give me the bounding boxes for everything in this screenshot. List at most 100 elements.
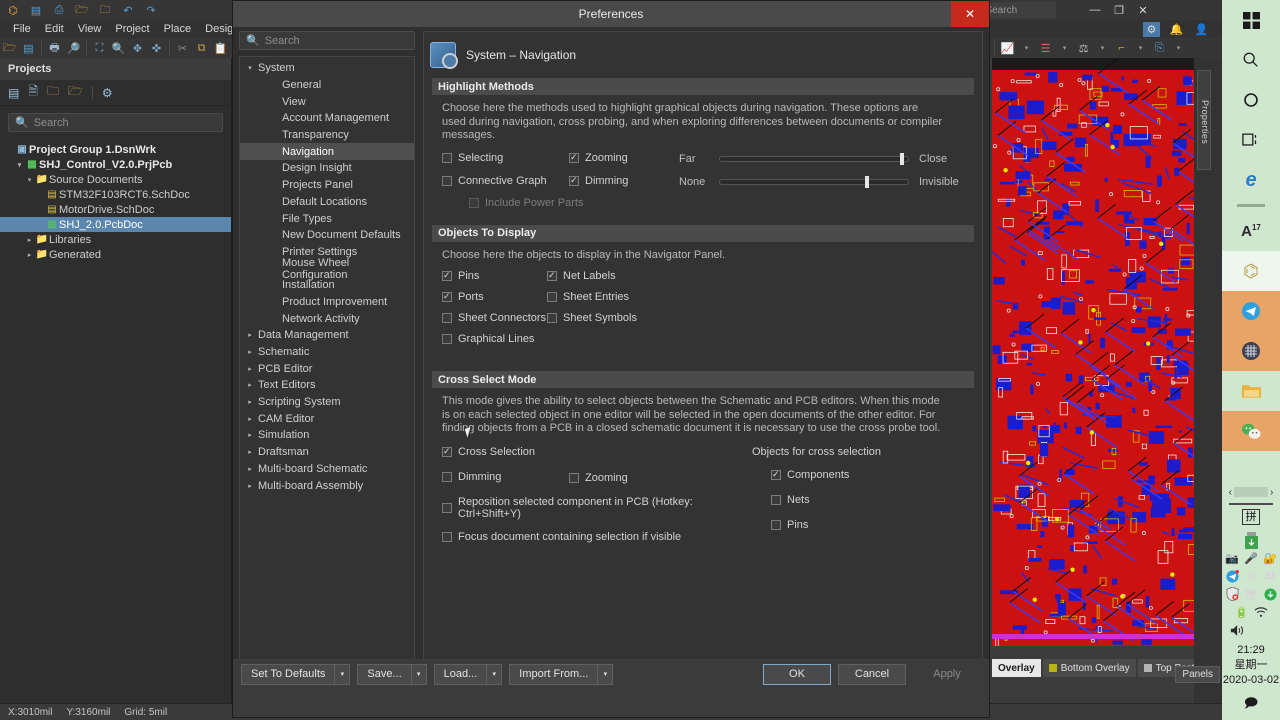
preferences-tree-item[interactable]: ▾ System bbox=[240, 60, 414, 77]
preferences-tree-item[interactable]: ▸ PCB Editor bbox=[240, 360, 414, 377]
preferences-tree-item[interactable]: General bbox=[240, 77, 414, 94]
save-button[interactable]: Save... ▾ bbox=[357, 663, 427, 685]
checkbox-cross-zooming[interactable]: Zooming bbox=[569, 471, 628, 485]
cut-icon[interactable]: ✂ bbox=[173, 39, 192, 57]
chevron-down-icon[interactable]: ▾ bbox=[597, 664, 612, 684]
tree-twisty-icon[interactable]: ▸ bbox=[244, 482, 256, 490]
layers-icon[interactable]: ☰ bbox=[1036, 39, 1055, 57]
zoom-filter-icon[interactable]: ✜ bbox=[147, 39, 166, 57]
checkbox-zooming[interactable]: Zooming bbox=[569, 151, 628, 164]
slider-thumb[interactable] bbox=[900, 152, 905, 165]
project-tree-item[interactable]: ▾ ▦ SHJ_Control_V2.0.PrjPcb bbox=[0, 157, 231, 172]
microphone-icon[interactable]: 🎤 bbox=[1242, 549, 1261, 567]
usb-drive-icon[interactable] bbox=[1222, 531, 1280, 549]
save-all-icon[interactable]: ▤ bbox=[8, 86, 19, 100]
chevron-down-icon[interactable]: ▾ bbox=[1055, 39, 1074, 57]
defender-shield-icon[interactable] bbox=[1223, 585, 1242, 603]
checkbox-sheet-connectors[interactable]: Sheet Connectors bbox=[442, 312, 546, 324]
preferences-tree-item[interactable]: Mouse Wheel Configuration bbox=[240, 257, 414, 281]
taskbar-clock[interactable]: 21:29 星期一 2020-03-02 bbox=[1222, 639, 1280, 694]
slider-thumb[interactable] bbox=[865, 175, 870, 188]
set-to-defaults-button[interactable]: Set To Defaults ▾ bbox=[241, 663, 351, 685]
route-icon[interactable]: ⌐ bbox=[1112, 39, 1131, 57]
chevron-down-icon[interactable]: ▾ bbox=[1093, 39, 1112, 57]
menu-project[interactable]: Project bbox=[108, 22, 156, 36]
search-icon[interactable] bbox=[1222, 40, 1280, 80]
tree-twisty-icon[interactable]: ▸ bbox=[244, 365, 256, 373]
tree-twisty-icon[interactable]: ▸ bbox=[244, 415, 256, 423]
checkbox-cross-pins[interactable]: Pins bbox=[771, 519, 808, 531]
project-tree-item[interactable]: ▾ 📁 Source Documents bbox=[0, 172, 231, 187]
checkbox-connective-graph[interactable]: Connective Graph bbox=[442, 175, 547, 187]
checkbox-cross-selection[interactable]: Cross Selection bbox=[442, 445, 535, 458]
dialog-title-bar[interactable]: Preferences ✕ bbox=[233, 1, 989, 27]
layer-tab[interactable]: Bottom Overlay bbox=[1042, 659, 1136, 677]
chart-icon[interactable]: 📈 bbox=[998, 39, 1017, 57]
notification-center-icon[interactable]: 🗩 bbox=[1222, 694, 1280, 720]
chevron-right-icon[interactable]: › bbox=[1270, 487, 1273, 498]
tree-twisty-icon[interactable]: ▸ bbox=[244, 465, 256, 473]
project-tree-item[interactable]: ▩ SHJ_2.0.PcbDoc bbox=[0, 217, 231, 232]
internet-explorer-icon[interactable]: e bbox=[1222, 160, 1280, 200]
checkbox-focus-document[interactable]: Focus document containing selection if v… bbox=[442, 531, 681, 543]
checkbox-include-power-parts[interactable]: Include Power Parts bbox=[455, 197, 583, 209]
undo-icon[interactable]: ↶ bbox=[118, 1, 138, 19]
add-folder-icon[interactable]: 🗁 bbox=[68, 82, 83, 103]
zoom-fit-icon[interactable]: ⛶ bbox=[90, 39, 109, 57]
chevron-left-icon[interactable]: ‹ bbox=[1229, 487, 1232, 498]
open-project-icon[interactable]: 🗀 bbox=[95, 1, 115, 19]
copy-icon[interactable]: ⧉ bbox=[192, 39, 211, 57]
checkbox-cross-dimming[interactable]: Dimming bbox=[442, 471, 501, 483]
preferences-tree-item[interactable]: ▸ CAM Editor bbox=[240, 410, 414, 427]
output-icon[interactable]: ⎘ bbox=[1150, 39, 1169, 57]
preferences-tree-item[interactable]: ▸ Simulation bbox=[240, 427, 414, 444]
altium-designer-icon[interactable]: ⌬ bbox=[1222, 251, 1280, 291]
properties-panel-tab[interactable]: Properties bbox=[1197, 70, 1211, 170]
preferences-tree-item[interactable]: ▸ Schematic bbox=[240, 344, 414, 361]
project-tree-item[interactable]: ▤ MotorDrive.SchDoc bbox=[0, 202, 231, 217]
open-project-icon[interactable]: 🗀 bbox=[47, 82, 59, 103]
menu-place[interactable]: Place bbox=[157, 22, 199, 36]
chevron-down-icon[interactable]: ▾ bbox=[410, 664, 426, 684]
preferences-tree-item[interactable]: Transparency bbox=[240, 127, 414, 144]
preferences-tree-item[interactable]: Design Insight bbox=[240, 160, 414, 177]
display-icon[interactable]: 🖥 bbox=[1242, 585, 1261, 603]
preferences-tree-item[interactable]: ▸ Draftsman bbox=[240, 444, 414, 461]
task-view-icon[interactable] bbox=[1222, 120, 1280, 160]
project-tree-item[interactable]: ▸ 📁 Generated bbox=[0, 247, 231, 262]
preferences-tree-item[interactable]: Account Management bbox=[240, 110, 414, 127]
checkbox-net-labels[interactable]: Net Labels bbox=[547, 269, 616, 282]
file-explorer-icon[interactable] bbox=[1222, 371, 1280, 411]
preferences-tree-item[interactable]: ▸ Text Editors bbox=[240, 377, 414, 394]
gear-icon[interactable]: ⚙ bbox=[102, 86, 113, 100]
load-button[interactable]: Load... ▾ bbox=[433, 663, 503, 685]
battery-icon[interactable]: 🔋 bbox=[1232, 603, 1251, 621]
chevron-down-icon[interactable]: ▾ bbox=[1169, 39, 1188, 57]
update-icon[interactable] bbox=[1261, 585, 1280, 603]
preferences-tree-item[interactable]: New Document Defaults bbox=[240, 227, 414, 244]
gear-icon[interactable]: ⚙ bbox=[1143, 22, 1160, 37]
cancel-button[interactable]: Cancel bbox=[838, 663, 906, 685]
tree-twisty-icon[interactable]: ▸ bbox=[244, 381, 256, 389]
preferences-tree-item[interactable]: ▸ Scripting System bbox=[240, 394, 414, 411]
chevron-down-icon[interactable]: ▾ bbox=[1131, 39, 1150, 57]
telegram-icon[interactable] bbox=[1222, 291, 1280, 331]
print-setup-icon[interactable]: 🔎 bbox=[64, 39, 83, 57]
preferences-search-input[interactable]: 🔍 Search bbox=[239, 31, 415, 50]
tree-twisty-icon[interactable]: ▸ bbox=[24, 251, 35, 259]
preferences-tree-item[interactable]: ▸ Data Management bbox=[240, 327, 414, 344]
dimming-level-slider[interactable] bbox=[719, 175, 909, 188]
tree-twisty-icon[interactable]: ▸ bbox=[244, 331, 256, 339]
project-tree-item[interactable]: ▤ STM32F103RCT6.SchDoc bbox=[0, 187, 231, 202]
zoom-selected-icon[interactable]: ✥ bbox=[128, 39, 147, 57]
preferences-tree-item[interactable]: Projects Panel bbox=[240, 177, 414, 194]
preferences-tree-item[interactable]: Product Improvement bbox=[240, 294, 414, 311]
checkbox-sheet-entries[interactable]: Sheet Entries bbox=[547, 291, 629, 303]
checkbox-pins[interactable]: Pins bbox=[442, 269, 479, 282]
print-icon[interactable]: ⎙ bbox=[49, 1, 69, 19]
altium-nexus-icon[interactable]: A17 bbox=[1222, 211, 1280, 251]
checkbox-ports[interactable]: Ports bbox=[442, 290, 484, 303]
preferences-tree-item[interactable]: View bbox=[240, 93, 414, 110]
checkbox-graphical-lines[interactable]: Graphical Lines bbox=[442, 333, 534, 345]
projects-search-input[interactable]: 🔍 Search bbox=[8, 113, 223, 132]
